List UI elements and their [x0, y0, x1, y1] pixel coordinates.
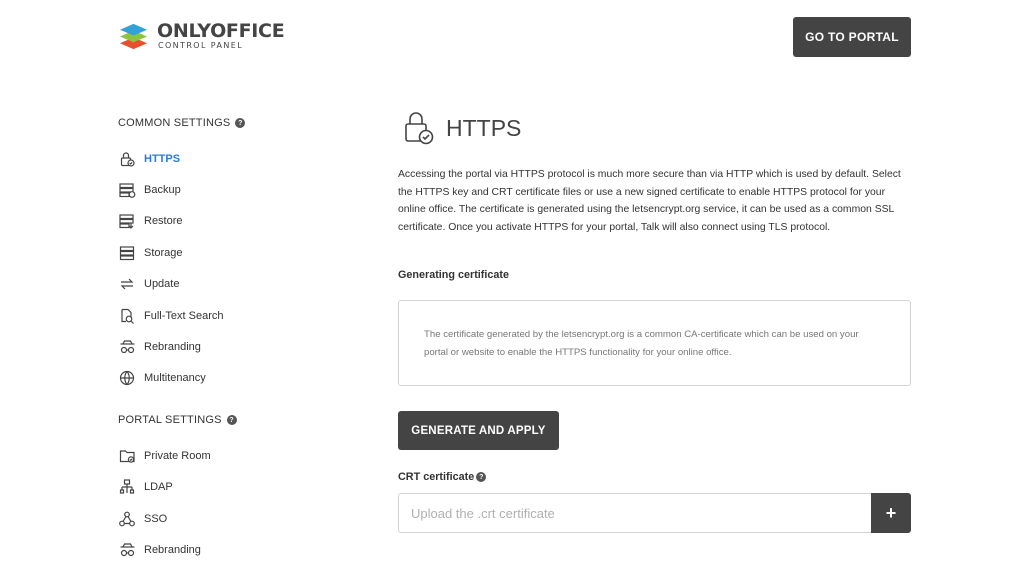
sidebar-item-label: LDAP [144, 481, 173, 494]
search-doc-icon [118, 307, 136, 325]
https-lock-icon [405, 112, 434, 145]
sidebar-item-label: HTTPS [144, 152, 181, 165]
backup-icon [118, 181, 136, 199]
page-header: HTTPS [398, 108, 911, 148]
sidebar-item-private-room[interactable]: Private Room [118, 440, 358, 471]
sidebar-item-label: Private Room [144, 449, 211, 462]
rebranding-icon [118, 541, 136, 559]
private-room-icon [118, 447, 136, 465]
crt-certificate-label: CRT certificate [398, 471, 475, 483]
common-settings-title: COMMON SETTINGS [118, 117, 231, 129]
https-settings-panel: HTTPS Accessing the portal via HTTPS pro… [398, 108, 911, 533]
sidebar-item-full-text-search[interactable]: Full-Text Search [118, 300, 358, 331]
certificate-info-text: The certificate generated by the letsenc… [424, 329, 859, 358]
sidebar-item-update[interactable]: Update [118, 269, 358, 300]
sidebar-item-restore[interactable]: Restore [118, 206, 358, 237]
ldap-icon [118, 478, 136, 496]
help-icon[interactable]: ? [476, 472, 487, 482]
globe-icon [118, 369, 136, 387]
generating-certificate-label: Generating certificate [398, 269, 510, 281]
onlyoffice-logo-icon [119, 23, 148, 50]
update-icon [118, 275, 136, 293]
help-icon[interactable]: ? [235, 118, 246, 128]
common-settings-heading: COMMON SETTINGS ? [118, 110, 358, 136]
help-icon[interactable]: ? [226, 415, 237, 426]
certificate-info-box: The certificate generated by the letsenc… [398, 300, 911, 386]
sidebar-item-rebranding-portal[interactable]: Rebranding [118, 534, 358, 565]
onlyoffice-logo[interactable]: ONLYOFFICE CONTROL PANEL [118, 19, 285, 51]
crt-certificate-input[interactable] [398, 493, 871, 533]
sidebar: COMMON SETTINGS ? HTTPS Backup Restore S… [118, 110, 358, 566]
https-description: Accessing the portal via HTTPS protocol … [398, 169, 901, 233]
sidebar-item-label: Full-Text Search [144, 309, 224, 322]
common-settings-list: HTTPS Backup Restore Storage Update Full… [118, 143, 358, 394]
sidebar-item-label: Backup [144, 184, 181, 197]
sidebar-item-backup[interactable]: Backup [118, 174, 358, 205]
portal-settings-list: Private Room LDAP SSO Rebranding [118, 440, 358, 566]
sidebar-item-label: SSO [144, 512, 168, 525]
sidebar-item-label: Rebranding [144, 543, 201, 556]
add-crt-button[interactable]: + [871, 493, 911, 533]
sidebar-item-storage[interactable]: Storage [118, 237, 358, 268]
rebranding-icon [118, 338, 136, 356]
brand-subtitle: CONTROL PANEL [158, 40, 244, 50]
crt-upload-row: + [398, 493, 911, 533]
storage-icon [118, 244, 136, 262]
restore-icon [118, 212, 136, 230]
sidebar-item-label: Multitenancy [144, 372, 206, 385]
sidebar-item-multitenancy[interactable]: Multitenancy [118, 363, 358, 394]
page-title: HTTPS [446, 114, 522, 141]
go-to-portal-button[interactable]: GO TO PORTAL [793, 17, 911, 57]
lock-icon [118, 150, 136, 168]
portal-settings-heading: PORTAL SETTINGS ? [118, 407, 358, 433]
sidebar-item-label: Rebranding [144, 341, 201, 354]
sidebar-item-ldap[interactable]: LDAP [118, 472, 358, 503]
sidebar-item-rebranding[interactable]: Rebranding [118, 331, 358, 362]
sidebar-item-label: Storage [144, 246, 183, 259]
sidebar-item-sso[interactable]: SSO [118, 503, 358, 534]
sidebar-item-label: Update [144, 278, 180, 291]
sidebar-item-label: Restore [144, 215, 183, 228]
crt-certificate-heading: CRT certificate ? [398, 471, 911, 483]
brand-name: ONLYOFFICE [157, 19, 285, 42]
generate-and-apply-button[interactable]: GENERATE AND APPLY [398, 411, 559, 450]
sidebar-item-https[interactable]: HTTPS [118, 143, 358, 174]
portal-settings-title: PORTAL SETTINGS [118, 414, 222, 427]
sso-icon [118, 510, 136, 528]
